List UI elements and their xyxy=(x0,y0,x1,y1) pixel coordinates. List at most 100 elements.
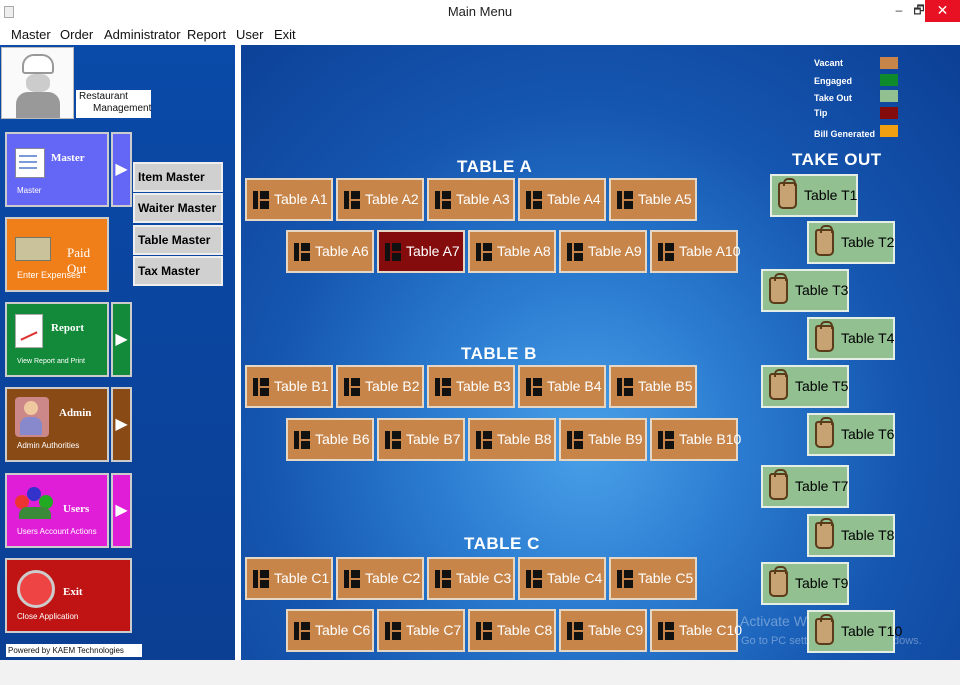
section-title-table-b: TABLE B xyxy=(461,344,537,363)
table-button-b8[interactable]: Table B8 xyxy=(468,418,556,461)
table-button-c4[interactable]: Table C4 xyxy=(518,557,606,600)
powered-by: Powered by KAEM Technologies Group xyxy=(6,644,142,668)
sidebar-admin-button[interactable]: Admin Admin Authorities xyxy=(5,387,109,462)
table-button-a4[interactable]: Table A4 xyxy=(518,178,606,221)
table-button-c2[interactable]: Table C2 xyxy=(336,557,424,600)
table-icon xyxy=(617,570,633,588)
table-label: Table A4 xyxy=(547,191,601,207)
table-icon xyxy=(294,622,310,640)
table-button-a9[interactable]: Table A9 xyxy=(559,230,647,273)
takeout-button-t2[interactable]: Table T2 xyxy=(807,221,895,264)
table-label: Table A6 xyxy=(315,243,369,259)
table-button-a7[interactable]: Table A7 xyxy=(377,230,465,273)
table-icon xyxy=(253,191,269,209)
takeout-label: Table T7 xyxy=(795,478,849,494)
section-title-table-c: TABLE C xyxy=(464,534,540,553)
table-button-b1[interactable]: Table B1 xyxy=(245,365,333,408)
table-button-c1[interactable]: Table C1 xyxy=(245,557,333,600)
submenu-waiter-master[interactable]: Waiter Master xyxy=(133,193,223,223)
menu-report[interactable]: Report xyxy=(187,27,226,42)
menu-exit[interactable]: Exit xyxy=(274,27,296,42)
takeout-button-t6[interactable]: Table T6 xyxy=(807,413,895,456)
table-label: Table C3 xyxy=(456,570,512,586)
table-button-a5[interactable]: Table A5 xyxy=(609,178,697,221)
table-button-c6[interactable]: Table C6 xyxy=(286,609,374,652)
takeout-bag-icon xyxy=(815,518,834,549)
section-title-table-a: TABLE A xyxy=(457,157,533,176)
menu-master[interactable]: Master xyxy=(11,27,51,42)
close-button[interactable]: ✕ xyxy=(925,0,960,22)
takeout-button-t7[interactable]: Table T7 xyxy=(761,465,849,508)
table-icon xyxy=(476,243,492,261)
submenu-item-master[interactable]: Item Master xyxy=(133,162,223,192)
sidebar-report-button[interactable]: Report View Report and Print xyxy=(5,302,109,377)
table-button-a1[interactable]: Table A1 xyxy=(245,178,333,221)
table-button-c8[interactable]: Table C8 xyxy=(468,609,556,652)
table-button-a8[interactable]: Table A8 xyxy=(468,230,556,273)
table-label: Table C4 xyxy=(547,570,603,586)
takeout-button-t5[interactable]: Table T5 xyxy=(761,365,849,408)
sidebar-master-arrow[interactable]: ▶ xyxy=(111,132,132,207)
takeout-button-t10[interactable]: Table T10 xyxy=(807,610,902,653)
table-button-a2[interactable]: Table A2 xyxy=(336,178,424,221)
sidebar-users-arrow[interactable]: ▶ xyxy=(111,473,132,548)
table-button-b6[interactable]: Table B6 xyxy=(286,418,374,461)
table-button-c9[interactable]: Table C9 xyxy=(559,609,647,652)
sidebar-admin-title: Admin xyxy=(59,407,92,419)
table-button-c5[interactable]: Table C5 xyxy=(609,557,697,600)
sidebar-admin-arrow[interactable]: ▶ xyxy=(111,387,132,462)
sidebar-exit-button[interactable]: Exit Close Application xyxy=(5,558,132,633)
table-button-c7[interactable]: Table C7 xyxy=(377,609,465,652)
table-button-a3[interactable]: Table A3 xyxy=(427,178,515,221)
takeout-label: Table T8 xyxy=(841,527,895,543)
sidebar-paidout-button[interactable]: Paid Out Enter Expenses xyxy=(5,217,109,292)
table-button-b5[interactable]: Table B5 xyxy=(609,365,697,408)
sidebar-paidout-subtitle: Enter Expenses xyxy=(17,270,81,280)
table-button-a6[interactable]: Table A6 xyxy=(286,230,374,273)
table-button-b10[interactable]: Table B10 xyxy=(650,418,741,461)
sidebar-report-arrow[interactable]: ▶ xyxy=(111,302,132,377)
takeout-button-t3[interactable]: Table T3 xyxy=(761,269,849,312)
takeout-button-t8[interactable]: Table T8 xyxy=(807,514,895,557)
table-button-b3[interactable]: Table B3 xyxy=(427,365,515,408)
table-icon xyxy=(658,243,674,261)
table-icon xyxy=(658,431,674,449)
table-button-b4[interactable]: Table B4 xyxy=(518,365,606,408)
takeout-button-t4[interactable]: Table T4 xyxy=(807,317,895,360)
menu-order[interactable]: Order xyxy=(60,27,93,42)
table-label: Table B3 xyxy=(456,378,511,394)
table-label: Table A7 xyxy=(406,243,460,259)
table-icon xyxy=(567,431,583,449)
table-button-a10[interactable]: Table A10 xyxy=(650,230,741,273)
submenu-tax-master[interactable]: Tax Master xyxy=(133,256,223,286)
takeout-label: Table T2 xyxy=(841,234,895,250)
menu-bar: Master Order Administrator Report User E… xyxy=(0,25,960,45)
sidebar-users-button[interactable]: Users Users Account Actions xyxy=(5,473,109,548)
legend-takeout-label: Take Out xyxy=(814,93,852,103)
table-icon xyxy=(435,570,451,588)
table-button-b2[interactable]: Table B2 xyxy=(336,365,424,408)
table-button-c10[interactable]: Table C10 xyxy=(650,609,742,652)
table-label: Table C10 xyxy=(679,622,743,638)
menu-user[interactable]: User xyxy=(236,27,263,42)
table-label: Table A2 xyxy=(365,191,419,207)
table-button-b7[interactable]: Table B7 xyxy=(377,418,465,461)
menu-administrator[interactable]: Administrator xyxy=(104,27,181,42)
sidebar-master-button[interactable]: Master Master xyxy=(5,132,109,207)
takeout-button-t9[interactable]: Table T9 xyxy=(761,562,849,605)
table-label: Table C6 xyxy=(315,622,371,638)
sidebar-master-subtitle: Master xyxy=(17,186,42,195)
table-icon xyxy=(294,243,310,261)
table-icon xyxy=(344,378,360,396)
takeout-button-t1[interactable]: Table T1 xyxy=(770,174,858,217)
table-icon xyxy=(476,431,492,449)
submenu-table-master[interactable]: Table Master xyxy=(133,225,223,255)
table-icon xyxy=(344,570,360,588)
table-button-c3[interactable]: Table C3 xyxy=(427,557,515,600)
table-button-b9[interactable]: Table B9 xyxy=(559,418,647,461)
table-label: Table C2 xyxy=(365,570,421,586)
sidebar-admin-subtitle: Admin Authorities xyxy=(17,441,80,450)
table-label: Table C9 xyxy=(588,622,644,638)
sidebar: Restaurant Management Master Master ▶ Pa… xyxy=(0,45,235,668)
table-icon xyxy=(344,191,360,209)
